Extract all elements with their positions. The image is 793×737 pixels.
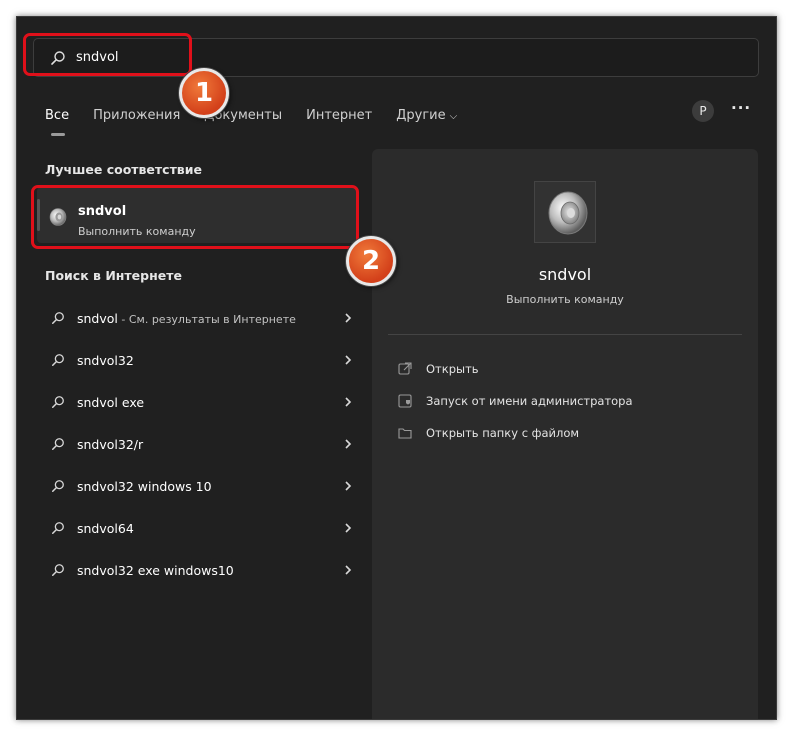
run-as-admin-label: Запуск от имени администратора: [426, 394, 633, 408]
list-item[interactable]: sndvol32: [37, 339, 357, 381]
more-options-button[interactable]: ···: [731, 99, 751, 117]
web-result-query: sndvol32 windows 10: [77, 478, 212, 494]
chevron-down-icon: ⌵: [449, 111, 458, 122]
step-badge-1: 1: [179, 68, 229, 118]
web-result-text: sndvol32 windows 10: [77, 479, 212, 494]
list-item[interactable]: sndvol32 windows 10: [37, 465, 357, 507]
chevron-right-icon: [345, 523, 352, 533]
list-item[interactable]: sndvol32 exe windows10: [37, 549, 357, 591]
search-icon: [52, 522, 64, 534]
detail-subtitle: Выполнить команду: [506, 293, 624, 306]
chevron-right-icon: [345, 439, 352, 449]
detail-panel: sndvol Выполнить команду Открыть Запуск …: [372, 149, 758, 719]
open-folder-label: Открыть папку с файлом: [426, 426, 580, 440]
folder-icon: [398, 428, 412, 439]
web-search-heading: Поиск в Интернете: [45, 268, 182, 283]
web-result-text: sndvol32: [77, 353, 134, 368]
web-result-query: sndvol64: [77, 520, 134, 536]
tab-other[interactable]: Другие ⌵: [396, 106, 457, 130]
open-action[interactable]: Открыть: [398, 353, 633, 385]
web-result-query: sndvol32: [77, 352, 134, 368]
search-icon: [52, 480, 64, 492]
list-item[interactable]: sndvol32/r: [37, 423, 357, 465]
shield-icon: [398, 394, 412, 408]
avatar[interactable]: P: [692, 100, 714, 122]
run-as-admin-action[interactable]: Запуск от имени администратора: [398, 385, 633, 417]
web-result-text: sndvol64: [77, 521, 134, 536]
web-result-text: sndvol32/r: [77, 437, 143, 452]
tab-internet[interactable]: Интернет: [306, 106, 372, 130]
search-icon: [52, 396, 64, 408]
list-item[interactable]: sndvol exe: [37, 381, 357, 423]
chevron-right-icon: [345, 313, 352, 323]
web-result-text: sndvol - См. результаты в Интернете: [77, 311, 296, 326]
web-results-list: sndvol - См. результаты в Интернете sndv…: [37, 297, 357, 591]
list-item[interactable]: sndvol - См. результаты в Интернете: [37, 297, 357, 339]
highlight-search: [23, 33, 192, 76]
open-icon: [398, 362, 412, 375]
best-match-heading: Лучшее соответствие: [45, 162, 202, 177]
web-result-query: sndvol exe: [77, 394, 145, 410]
open-folder-action[interactable]: Открыть папку с файлом: [398, 417, 633, 449]
step-badge-2: 2: [346, 236, 396, 286]
chevron-right-icon: [345, 397, 352, 407]
open-action-label: Открыть: [426, 362, 479, 376]
filter-tabs: Все Приложения Документы Интернет Другие…: [45, 103, 481, 136]
search-icon: [52, 438, 64, 450]
divider: [388, 334, 742, 335]
chevron-right-icon: [345, 481, 352, 491]
tab-all[interactable]: Все: [45, 106, 69, 136]
highlight-best-match: [31, 185, 359, 249]
search-icon: [52, 564, 64, 576]
web-result-query: sndvol32 exe windows10: [77, 562, 234, 578]
chevron-right-icon: [345, 565, 352, 575]
tab-apps[interactable]: Приложения: [93, 106, 180, 130]
web-result-suffix: - См. результаты в Интернете: [117, 312, 296, 326]
tab-other-label: Другие: [396, 108, 446, 123]
search-icon: [52, 354, 64, 366]
search-icon: [52, 312, 64, 324]
action-list: Открыть Запуск от имени администратора О…: [398, 353, 633, 449]
app-icon-frame: [534, 181, 596, 243]
web-result-text: sndvol exe: [77, 395, 144, 410]
web-result-query: sndvol32/r: [77, 436, 144, 452]
list-item[interactable]: sndvol64: [37, 507, 357, 549]
web-result-query: sndvol: [77, 310, 118, 326]
detail-title: sndvol: [538, 265, 592, 284]
web-result-text: sndvol32 exe windows10: [77, 563, 234, 578]
speaker-icon: [548, 191, 588, 235]
chevron-right-icon: [345, 355, 352, 365]
search-window: Все Приложения Документы Интернет Другие…: [16, 16, 777, 720]
